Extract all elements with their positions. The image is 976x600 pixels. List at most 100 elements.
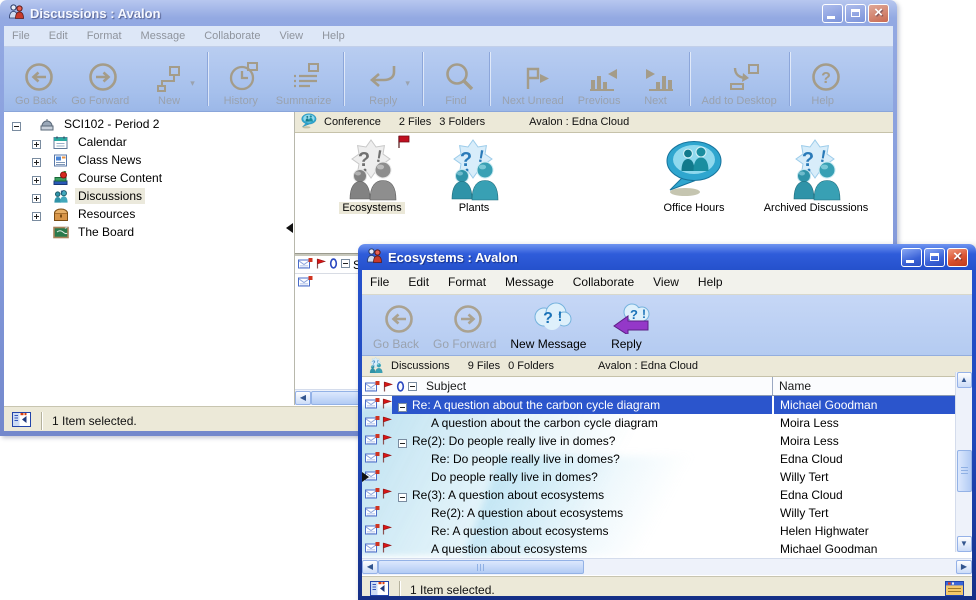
- the-board-icon: [53, 225, 69, 240]
- maximize-button[interactable]: [924, 248, 945, 267]
- subject-column-header[interactable]: Subject: [417, 379, 772, 393]
- toolbar-new-button[interactable]: ▾ New: [136, 48, 202, 110]
- toolbar-go-forward-button[interactable]: Go Forward: [64, 48, 136, 110]
- menu-view[interactable]: View: [279, 30, 303, 42]
- message-row[interactable]: Re: A question about the carbon cycle di…: [362, 396, 972, 414]
- scroll-right-icon[interactable]: ▶: [956, 560, 972, 574]
- expand-box-icon[interactable]: [32, 210, 41, 219]
- maximize-button[interactable]: [845, 4, 866, 23]
- titlebar-ecosystems[interactable]: Ecosystems : Avalon: [362, 244, 972, 270]
- panel-toggle-icon[interactable]: [12, 412, 31, 430]
- horizontal-scrollbar[interactable]: ◀ ▶: [362, 558, 972, 575]
- menu-format[interactable]: Format: [448, 275, 486, 289]
- message-subject: Re: Do people really live in domes?: [431, 452, 620, 466]
- expand-box-icon[interactable]: [32, 156, 41, 165]
- vertical-scrollbar[interactable]: ▲ ▼: [955, 372, 972, 552]
- minimize-button[interactable]: [901, 248, 922, 267]
- message-row[interactable]: Re: Do people really live in domes? Edna…: [362, 450, 972, 468]
- menu-message[interactable]: Message: [141, 30, 186, 42]
- dropdown-arrow-icon[interactable]: ▾: [405, 78, 410, 89]
- toolbar-next-unread-button[interactable]: Next Unread: [495, 48, 571, 110]
- scrollbar-thumb[interactable]: [378, 560, 584, 574]
- message-row[interactable]: Re(2): A question about ecosystems Willy…: [362, 504, 972, 522]
- svg-text:!: !: [558, 308, 563, 324]
- tree-item-resources[interactable]: Resources: [4, 205, 294, 223]
- tree-item-calendar[interactable]: Calendar: [4, 133, 294, 151]
- tree-item-class-news[interactable]: Class News: [4, 151, 294, 169]
- menu-file[interactable]: File: [370, 275, 389, 289]
- toolbar-reply-button[interactable]: ?! Reply: [593, 296, 659, 354]
- expand-box-icon[interactable]: [32, 192, 41, 201]
- message-row[interactable]: A question about ecosystems Michael Good…: [362, 540, 972, 558]
- menu-edit[interactable]: Edit: [49, 30, 68, 42]
- expand-box-icon[interactable]: [32, 174, 41, 183]
- toolbar-summarize-button[interactable]: Summarize: [269, 48, 339, 110]
- message-row[interactable]: Re(2): Do people really live in domes? M…: [362, 432, 972, 450]
- list-view-icon[interactable]: [945, 581, 964, 597]
- toolbar-next-button[interactable]: Next: [628, 48, 684, 110]
- scroll-down-icon[interactable]: ▼: [957, 536, 972, 552]
- dropdown-arrow-icon[interactable]: ▾: [190, 78, 195, 89]
- tree-root[interactable]: SCI102 - Period 2: [4, 115, 294, 133]
- toolbar-go-back-button[interactable]: Go Back: [8, 48, 64, 110]
- name-column-header[interactable]: Name: [772, 377, 972, 395]
- close-button[interactable]: [947, 248, 968, 267]
- collapse-box-icon[interactable]: [12, 120, 21, 129]
- scroll-left-icon[interactable]: ◀: [362, 560, 378, 574]
- scrollbar-thumb[interactable]: [957, 450, 972, 492]
- toolbar-go-forward-button[interactable]: Go Forward: [426, 296, 503, 354]
- history-icon: [228, 62, 262, 95]
- menu-help[interactable]: Help: [322, 30, 345, 42]
- toolbar-new-message-button[interactable]: ?! New Message: [503, 296, 593, 354]
- conference-ecosystems[interactable]: ?! Ecosystems: [313, 139, 431, 214]
- collapse-thread-icon[interactable]: [398, 401, 407, 410]
- menu-message[interactable]: Message: [505, 275, 554, 289]
- tree-item-course-content[interactable]: Course Content: [4, 169, 294, 187]
- menu-view[interactable]: View: [653, 275, 679, 289]
- toolbar-add-to-desktop-button[interactable]: Add to Desktop: [695, 48, 784, 110]
- column-header[interactable]: Subject Name: [362, 377, 972, 396]
- course-icon: [39, 117, 55, 132]
- menu-format[interactable]: Format: [87, 30, 122, 42]
- message-row[interactable]: A question about the carbon cycle diagra…: [362, 414, 972, 432]
- collapse-thread-icon[interactable]: [398, 491, 407, 500]
- scroll-up-icon[interactable]: ▲: [957, 372, 972, 388]
- toolbar-button-label: New Message: [510, 337, 586, 351]
- conference-plants[interactable]: ?! Plants: [415, 139, 533, 214]
- conference-archived-discussions[interactable]: ?! Archived Discussions: [757, 139, 875, 214]
- menu-collaborate[interactable]: Collaborate: [573, 275, 634, 289]
- tree-item-label: Class News: [75, 152, 144, 168]
- menu-help[interactable]: Help: [698, 275, 723, 289]
- toolbar-button-label: Previous: [578, 95, 621, 107]
- toolbar-help-button[interactable]: ? Help: [795, 48, 851, 110]
- toolbar-previous-button[interactable]: Previous: [571, 48, 628, 110]
- tree-item-the-board[interactable]: The Board: [4, 223, 294, 241]
- envelope-icon: [298, 276, 313, 290]
- splitter-collapse-icon[interactable]: [286, 223, 293, 233]
- discussions-icon: ?: [53, 189, 69, 204]
- toolbar-find-button[interactable]: Find: [428, 48, 484, 110]
- toolbar-history-button[interactable]: History: [213, 48, 269, 110]
- menu-file[interactable]: File: [12, 30, 30, 42]
- toolbar-button-label: Go Forward: [433, 337, 496, 351]
- read-marker-icon: [362, 472, 369, 482]
- collapse-thread-icon[interactable]: [398, 437, 407, 446]
- calendar-icon: [53, 135, 69, 150]
- titlebar-discussions[interactable]: Discussions : Avalon: [4, 0, 893, 26]
- class-news-icon: [53, 153, 69, 168]
- minimize-button[interactable]: [822, 4, 843, 23]
- menu-edit[interactable]: Edit: [408, 275, 429, 289]
- conference-office-hours[interactable]: Office Hours: [635, 139, 753, 214]
- message-row[interactable]: Do people really live in domes? Willy Te…: [362, 468, 972, 486]
- message-row[interactable]: Re: A question about ecosystems Helen Hi…: [362, 522, 972, 540]
- expand-box-icon[interactable]: [32, 138, 41, 147]
- message-row[interactable]: Re(3): A question about ecosystems Edna …: [362, 486, 972, 504]
- toolbar-reply-button[interactable]: ▾ Reply: [349, 48, 417, 110]
- toolbar-go-back-button[interactable]: Go Back: [366, 296, 426, 354]
- close-button[interactable]: [868, 4, 889, 23]
- menu-collaborate[interactable]: Collaborate: [204, 30, 260, 42]
- panel-toggle-icon[interactable]: [370, 581, 389, 597]
- tree-item-discussions[interactable]: ? Discussions: [4, 187, 294, 205]
- message-author: Edna Cloud: [772, 450, 972, 468]
- scroll-left-icon[interactable]: ◀: [295, 391, 311, 405]
